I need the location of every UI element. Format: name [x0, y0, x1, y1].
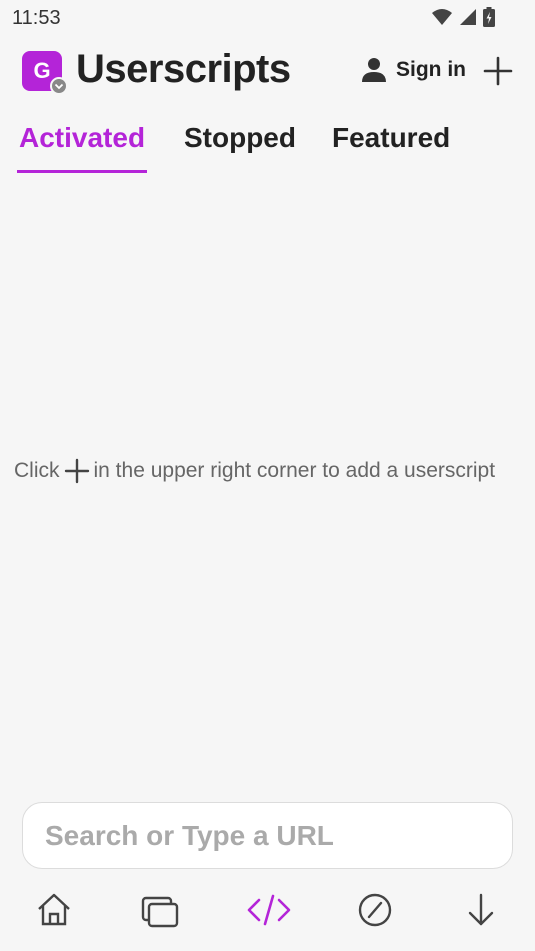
empty-hint-text-before: Click — [14, 459, 60, 482]
tab-stopped[interactable]: Stopped — [184, 122, 296, 154]
userscripts-screen: 11:53 G Userscripts Sign in Activated St… — [0, 0, 535, 951]
nav-userscripts[interactable] — [247, 890, 291, 930]
bottom-nav — [0, 880, 535, 940]
code-icon — [247, 894, 291, 926]
status-time: 11:53 — [12, 7, 61, 29]
empty-hint-text-after: in the upper right corner to add a users… — [93, 459, 496, 482]
status-icons — [431, 7, 495, 27]
nav-home[interactable] — [34, 890, 74, 930]
add-userscript-button[interactable] — [482, 55, 514, 87]
user-icon — [362, 58, 386, 82]
sign-in-label: Sign in — [396, 58, 466, 81]
wifi-icon — [432, 9, 452, 25]
cell-signal-icon — [460, 9, 476, 25]
tab-featured[interactable]: Featured — [332, 122, 450, 154]
plus-icon — [64, 458, 89, 484]
status-bar: 11:53 — [0, 0, 535, 34]
nav-downloads[interactable] — [461, 890, 501, 930]
app-logo-letter: G — [33, 58, 51, 83]
tabs-icon — [141, 896, 179, 928]
battery-charging-icon — [483, 7, 495, 27]
empty-state-hint: Click in the upper right corner to add a… — [14, 458, 495, 484]
active-tab-indicator — [17, 170, 147, 173]
search-input[interactable] — [45, 819, 512, 852]
tab-activated[interactable]: Activated — [19, 122, 145, 154]
nav-tabs[interactable] — [140, 890, 180, 930]
tab-bar: Activated Stopped Featured — [0, 118, 535, 178]
page-title: Userscripts — [76, 47, 291, 91]
app-header: G Userscripts Sign in — [0, 44, 535, 104]
search-bar[interactable] — [22, 802, 513, 869]
nav-adblock[interactable] — [355, 890, 395, 930]
chevron-down-icon[interactable] — [50, 77, 68, 95]
sign-in-button[interactable]: Sign in — [360, 56, 466, 84]
block-icon — [358, 893, 392, 927]
download-icon — [468, 893, 494, 926]
plus-icon — [483, 56, 513, 86]
home-icon — [38, 893, 70, 926]
